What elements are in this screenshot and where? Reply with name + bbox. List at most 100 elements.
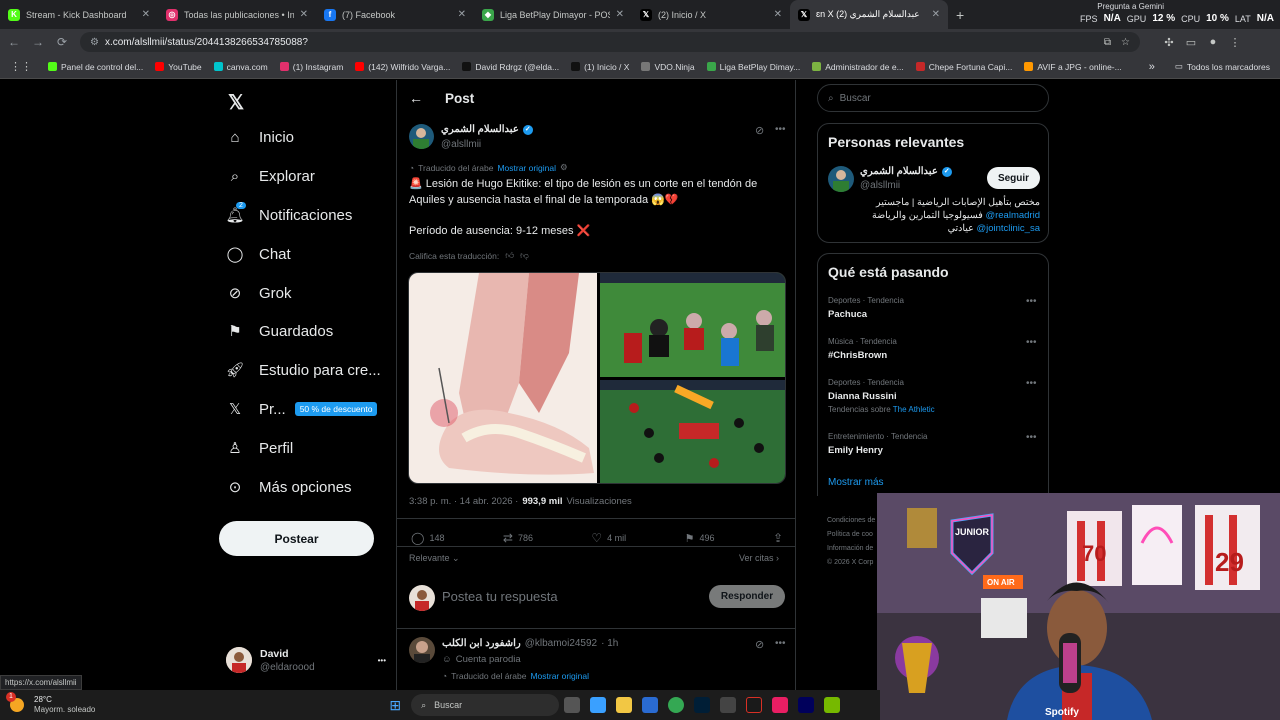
like-button[interactable]: ♡ 4 mil (591, 531, 626, 545)
menu-kebab-icon[interactable]: ⋮ (1224, 36, 1246, 49)
gear-icon[interactable]: ⚙ (560, 162, 568, 173)
browser-tab[interactable]: ◆ Liga BetPlay Dimayor - POSICIONES ✕ (474, 0, 632, 29)
trend-item[interactable]: Deportes · Tendencia Dianna Russini Tenden… (828, 378, 1037, 414)
new-tab-button[interactable]: + (948, 7, 972, 23)
windows-start-icon[interactable]: ⊞ (389, 697, 401, 714)
thumbs-down-icon[interactable]: 👎︎ (520, 250, 529, 261)
follow-button[interactable]: Seguir (987, 167, 1040, 189)
bookmarks-overflow-icon[interactable]: » (1139, 61, 1165, 73)
nav-item-explorar[interactable]: ⌕ Explorar (226, 167, 315, 185)
account-switcher[interactable]: David @eldaroood ••• (226, 640, 386, 680)
extensions-icon[interactable]: ✣ (1158, 36, 1180, 49)
tiktok-icon[interactable] (772, 697, 789, 713)
bookmark-item[interactable]: Liga BetPlay Dimay... (701, 62, 807, 72)
close-tab-icon[interactable]: ✕ (616, 9, 624, 20)
gemini-button[interactable]: Pregunta a Gemini (1097, 2, 1164, 11)
bookmark-item[interactable]: AVIF a JPG - online-... (1018, 62, 1127, 72)
nav-item-más-opciones[interactable]: ⊙ Más opciones (226, 478, 352, 497)
post-button[interactable]: Postear (219, 521, 374, 556)
close-tab-icon[interactable]: ✕ (142, 9, 150, 20)
after-effects-icon[interactable] (798, 697, 815, 713)
author-name-row[interactable]: عبدالسلام الشمري ✓ (441, 124, 533, 135)
sort-dropdown[interactable]: Relevante ⌄ (409, 553, 460, 564)
trend-more-icon[interactable]: ••• (1026, 378, 1037, 389)
photoshop-icon[interactable] (694, 697, 711, 713)
weather-text[interactable]: 28°C Mayorm. soleado (34, 695, 95, 715)
install-icon[interactable]: ⧉ (1104, 37, 1111, 48)
trend-item[interactable]: Deportes · Tendencia Pachuca ••• (828, 296, 1037, 320)
nav-item-estudio-para-cre[interactable]: 🚀︎ Estudio para cre... (225, 361, 380, 380)
trend-more-icon[interactable]: ••• (1026, 432, 1037, 443)
browser-tab[interactable]: 𝕏 (2) Inicio / X ✕ (632, 0, 790, 29)
reply-author-handle[interactable]: @klbamoi24592 (525, 638, 597, 649)
url-input[interactable]: ⚙ x.com/alsllmii/status/2044138266534785… (80, 32, 1140, 52)
browser-tab[interactable]: K Stream - Kick Dashboard ✕ (0, 0, 158, 29)
relevant-user-name-row[interactable]: عبدالسلام الشمري ✓ (860, 166, 952, 177)
search-input[interactable]: ⌕ Buscar (817, 84, 1049, 112)
browser-tab[interactable]: f (7) Facebook ✕ (316, 0, 474, 29)
taskbar-search[interactable]: ⌕ Buscar (411, 694, 560, 716)
nvidia-icon[interactable] (824, 697, 841, 713)
footer-cookies[interactable]: Política de coo (827, 528, 875, 542)
forward-arrow-icon[interactable]: → (26, 35, 50, 49)
thumbs-up-icon[interactable]: 👍︎ (505, 250, 514, 261)
trend-extra-link[interactable]: The Athletic (893, 405, 935, 414)
reply-time[interactable]: · 1h (601, 638, 618, 649)
reply-author-name[interactable]: راشفورد ابن الكلب (442, 638, 521, 649)
star-icon[interactable]: ☆ (1121, 37, 1130, 48)
mail-icon[interactable] (642, 697, 659, 713)
close-tab-icon[interactable]: ✕ (932, 9, 940, 20)
footer-terms[interactable]: Condiciones de (827, 514, 875, 528)
view-quotes-link[interactable]: Ver citas › (739, 553, 779, 563)
bookmark-item[interactable]: Chepe Fortuna Capi... (910, 62, 1019, 72)
bio-mention-jointclinic[interactable]: @jointclinic_sa (976, 223, 1040, 234)
match-photo-bottom[interactable] (600, 380, 786, 484)
post-media-grid[interactable] (408, 272, 786, 484)
nav-item-pr[interactable]: 𝕏 Pr... 50 % de descuento (226, 400, 378, 418)
bookmark-item[interactable]: (142) Wilfrido Varga... (349, 62, 456, 72)
trend-more-icon[interactable]: ••• (1026, 296, 1037, 307)
bookmark-item[interactable]: Administrador de e... (806, 62, 909, 72)
sidepanel-icon[interactable]: ▭ (1180, 36, 1202, 49)
nav-item-guardados[interactable]: ⚑ Guardados (226, 322, 333, 341)
copilot-icon[interactable] (590, 697, 607, 713)
post-more-icon[interactable]: ••• (775, 124, 786, 135)
author-handle[interactable]: @alsllmii (441, 139, 481, 150)
reply-show-original-link[interactable]: Mostrar original (530, 671, 589, 681)
bookmark-item[interactable]: VDO.Ninja (635, 62, 700, 72)
task-view-icon[interactable] (564, 697, 581, 713)
browser-tab[interactable]: ◎ Todas las publicaciones • Instagram ✕ (158, 0, 316, 29)
show-more-link[interactable]: Mostrar más (828, 477, 884, 488)
nav-item-inicio[interactable]: ⌂ Inicio (226, 128, 294, 146)
author-avatar[interactable] (409, 124, 434, 149)
nav-item-grok[interactable]: ⊘ Grok (226, 284, 292, 303)
close-tab-icon[interactable]: ✕ (774, 9, 782, 20)
reply-input[interactable]: Postea tu respuesta (442, 589, 558, 604)
bookmark-item[interactable]: Panel de control del... (42, 62, 149, 72)
match-photo-top[interactable] (600, 273, 786, 377)
chrome-icon[interactable] (668, 697, 685, 713)
nav-item-notificaciones[interactable]: 🔔︎ 2 Notificaciones (225, 202, 352, 224)
share-button[interactable]: ⇪ (773, 531, 783, 545)
streaming-app-icon[interactable] (746, 697, 763, 713)
relevant-user-handle[interactable]: @alsllmii (860, 180, 900, 191)
x-logo-icon[interactable]: 𝕏 (228, 90, 244, 115)
obs-icon[interactable] (720, 697, 737, 713)
site-info-icon[interactable]: ⚙ (90, 37, 99, 48)
bookmark-item[interactable]: YouTube (149, 62, 207, 72)
close-tab-icon[interactable]: ✕ (300, 9, 308, 20)
bio-mention-realmadrid[interactable]: @realmadrid (985, 210, 1040, 221)
reply-author-avatar[interactable] (409, 637, 435, 663)
back-arrow-icon[interactable]: ← (409, 90, 423, 106)
reply-button[interactable]: ◯ 148 (411, 531, 444, 545)
file-explorer-icon[interactable] (616, 697, 633, 713)
repost-button[interactable]: ⇄ 786 (503, 531, 533, 545)
show-original-link[interactable]: Mostrar original (497, 163, 556, 173)
trend-item[interactable]: Entretenimiento · Tendencia Emily Henry ••… (828, 432, 1037, 456)
post-timestamp[interactable]: 3:38 p. m. · 14 abr. 2026 · (409, 496, 518, 507)
bookmark-item[interactable]: canva.com (208, 62, 274, 72)
bookmark-item[interactable]: David Rdrgz (@elda... (456, 62, 565, 72)
bookmark-item[interactable]: (1) Instagram (274, 62, 350, 72)
close-tab-icon[interactable]: ✕ (458, 9, 466, 20)
grok-analyze-icon[interactable]: ⊘ (755, 638, 764, 651)
